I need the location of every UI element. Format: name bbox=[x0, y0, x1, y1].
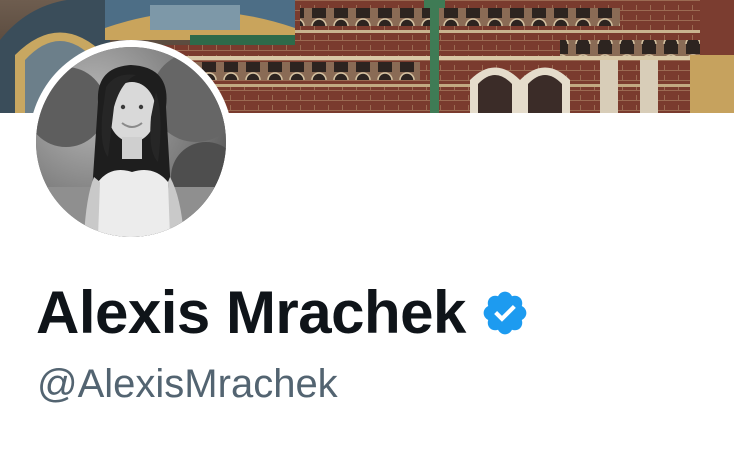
avatar[interactable] bbox=[36, 47, 226, 237]
name-row: Alexis Mrachek bbox=[36, 278, 530, 348]
user-handle: @AlexisMrachek bbox=[37, 362, 338, 406]
verified-badge-icon[interactable] bbox=[480, 288, 530, 338]
display-name: Alexis Mrachek bbox=[36, 279, 466, 346]
profile-header: Alexis Mrachek @AlexisMrachek bbox=[0, 0, 734, 450]
avatar-ring bbox=[29, 40, 233, 244]
